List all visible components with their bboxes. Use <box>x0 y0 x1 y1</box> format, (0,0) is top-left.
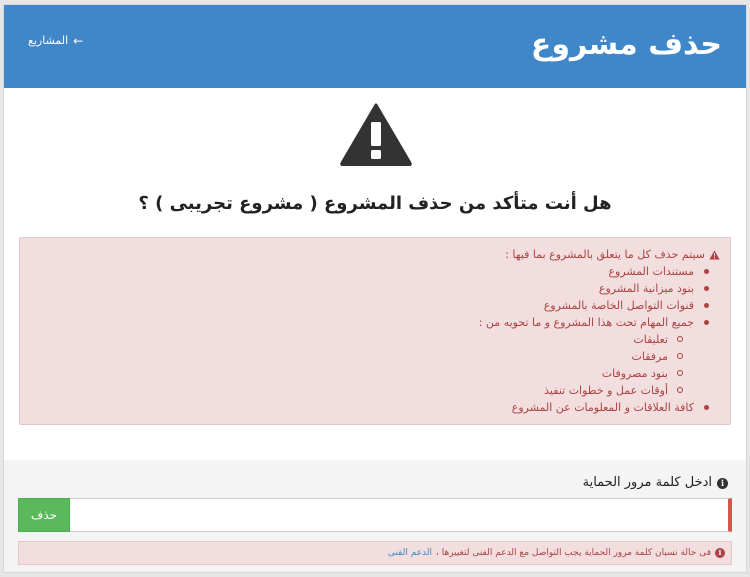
info-icon: i <box>715 548 725 558</box>
page-header: حذف مشروع المشاريع ← <box>4 5 746 88</box>
password-panel: i ادخل كلمة مرور الحماية حذف i فى حالة ن… <box>4 460 746 572</box>
list-item: بنود ميزانية المشروع <box>30 280 709 297</box>
bullet-icon <box>704 405 709 410</box>
back-to-projects-link[interactable]: المشاريع ← <box>28 33 83 49</box>
circle-bullet-icon <box>677 370 683 376</box>
list-item: كافة العلاقات و المعلومات عن المشروع <box>30 399 709 416</box>
alert-lead-text: سيتم حذف كل ما يتعلق بالمشروع بما فيها : <box>505 248 705 261</box>
password-label-text: ادخل كلمة مرور الحماية <box>582 475 712 490</box>
arrow-left-icon: ← <box>73 34 84 48</box>
delete-items-list: مستندات المشروع بنود ميزانية المشروع قنو… <box>30 263 720 416</box>
help-text: فى حالة نسيان كلمة مرور الحماية يجب التو… <box>436 548 711 558</box>
delete-warning-alert: سيتم حذف كل ما يتعلق بالمشروع بما فيها :… <box>19 237 731 425</box>
warning-triangle-icon <box>709 250 720 259</box>
list-item: قنوات التواصل الخاصة بالمشروع <box>30 297 709 314</box>
delete-confirmation-question: هل أنت متأكد من حذف المشروع ( مشروع تجري… <box>138 193 612 214</box>
sub-list-item: بنود مصروفات <box>30 365 683 382</box>
protection-password-input[interactable] <box>70 498 732 532</box>
delete-button[interactable]: حذف <box>18 498 70 532</box>
password-input-group: حذف <box>18 498 732 532</box>
password-help-note: i فى حالة نسيان كلمة مرور الحماية يجب ال… <box>18 541 732 565</box>
list-item: جميع المهام تحت هذا المشروع و ما تحويه م… <box>30 314 709 399</box>
sub-list-item: مرفقات <box>30 348 683 365</box>
task-contents-list: تعليقات مرفقات بنود مصروفات أوقات عمل و … <box>30 331 694 399</box>
bullet-icon <box>704 303 709 308</box>
bullet-icon <box>704 286 709 291</box>
alert-lead: سيتم حذف كل ما يتعلق بالمشروع بما فيها : <box>30 246 720 263</box>
password-label: i ادخل كلمة مرور الحماية <box>583 474 728 492</box>
back-link-label: المشاريع <box>28 34 69 47</box>
list-item-text: بنود ميزانية المشروع <box>598 282 694 295</box>
circle-bullet-icon <box>677 336 683 342</box>
circle-bullet-icon <box>677 353 683 359</box>
bullet-icon <box>704 320 709 325</box>
bullet-icon <box>704 269 709 274</box>
list-item-text: مستندات المشروع <box>608 265 694 278</box>
info-icon: i <box>717 477 728 489</box>
sub-list-item-text: تعليقات <box>633 333 668 346</box>
support-link[interactable]: الدعم الفنى <box>388 548 432 558</box>
sub-list-item-text: مرفقات <box>631 350 669 363</box>
delete-project-page: حذف مشروع المشاريع ← هل أنت متأكد من حذف… <box>3 4 747 573</box>
warning-icon <box>340 103 412 166</box>
circle-bullet-icon <box>677 387 683 393</box>
sub-list-item: تعليقات <box>30 331 683 348</box>
list-item-text: كافة العلاقات و المعلومات عن المشروع <box>511 401 694 414</box>
page-title: حذف مشروع <box>530 27 722 62</box>
sub-list-item-text: بنود مصروفات <box>601 367 668 380</box>
list-item-text: جميع المهام تحت هذا المشروع و ما تحويه م… <box>478 316 694 329</box>
sub-list-item-text: أوقات عمل و خطوات تنفيذ <box>544 384 668 397</box>
list-item: مستندات المشروع <box>30 263 709 280</box>
list-item-text: قنوات التواصل الخاصة بالمشروع <box>543 299 694 312</box>
sub-list-item: أوقات عمل و خطوات تنفيذ <box>30 382 683 399</box>
